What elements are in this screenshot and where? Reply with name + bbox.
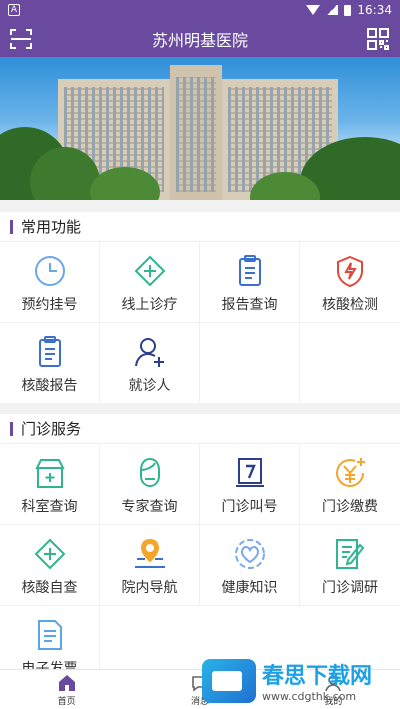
watermark-logo: 春思下载网 www.cdgthk.com xyxy=(202,654,398,707)
section-title: 常用功能 xyxy=(21,218,82,236)
patient-button[interactable]: 就诊人 xyxy=(100,323,200,404)
clock-icon xyxy=(34,256,65,286)
outpatient-calling-button[interactable]: 门诊叫号 xyxy=(200,444,300,525)
report-query-button[interactable]: 报告查询 xyxy=(200,242,300,323)
add-person-icon xyxy=(134,338,164,367)
nucleic-acid-test-button[interactable]: 核酸检测 xyxy=(300,242,400,323)
medical-cross-icon xyxy=(134,255,165,287)
watermark-icon xyxy=(202,658,256,703)
online-consultation-button[interactable]: 线上诊疗 xyxy=(100,242,200,323)
doctor-icon xyxy=(139,457,160,488)
common-functions-section: 常用功能 预约挂号 线上诊疗 报告查询 核酸检测 核酸报告 就诊人 xyxy=(0,212,400,404)
department-icon xyxy=(34,459,65,488)
outpatient-survey-button[interactable]: 门诊调研 xyxy=(300,525,400,606)
page-title: 苏州明基医院 xyxy=(151,30,248,50)
report-clipboard-icon xyxy=(38,336,61,367)
medical-cross-icon xyxy=(34,538,65,570)
yuan-payment-icon xyxy=(336,458,365,487)
calling-number-icon xyxy=(235,458,264,487)
map-pin-icon xyxy=(134,538,165,568)
section-header: 门诊服务 xyxy=(0,414,400,444)
status-time: 16:34 xyxy=(357,3,392,17)
wifi-icon xyxy=(306,5,321,15)
hospital-banner-image xyxy=(0,57,400,200)
outpatient-services-section: 门诊服务 科室查询 专家查询 门诊叫号 门诊缴费 核酸自查 院内导航 健康知识 … xyxy=(0,414,400,687)
qr-code-icon[interactable] xyxy=(366,27,390,51)
invoice-icon xyxy=(37,620,62,650)
health-knowledge-button[interactable]: 健康知识 xyxy=(200,525,300,606)
report-clipboard-icon xyxy=(238,255,261,286)
department-query-button[interactable]: 科室查询 xyxy=(0,444,100,525)
expert-query-button[interactable]: 专家查询 xyxy=(100,444,200,525)
scan-icon[interactable] xyxy=(10,28,32,50)
nucleic-acid-report-button[interactable]: 核酸报告 xyxy=(0,323,100,404)
heart-knowledge-icon xyxy=(234,539,265,569)
section-header: 常用功能 xyxy=(0,212,400,242)
survey-edit-icon xyxy=(336,539,365,569)
nucleic-acid-self-check-button[interactable]: 核酸自查 xyxy=(0,525,100,606)
battery-icon xyxy=(344,4,352,16)
tab-home[interactable]: 首页 xyxy=(0,670,133,709)
shield-lightning-icon xyxy=(337,255,363,288)
signal-icon xyxy=(326,5,339,15)
outpatient-payment-button[interactable]: 门诊缴费 xyxy=(300,444,400,525)
home-icon xyxy=(58,674,75,691)
appointment-registration-button[interactable]: 预约挂号 xyxy=(0,242,100,323)
notification-badge: A xyxy=(8,4,20,16)
hospital-navigation-button[interactable]: 院内导航 xyxy=(100,525,200,606)
status-bar: A 16:34 xyxy=(0,0,400,20)
section-title: 门诊服务 xyxy=(21,420,82,438)
app-header: 苏州明基医院 xyxy=(0,20,400,57)
